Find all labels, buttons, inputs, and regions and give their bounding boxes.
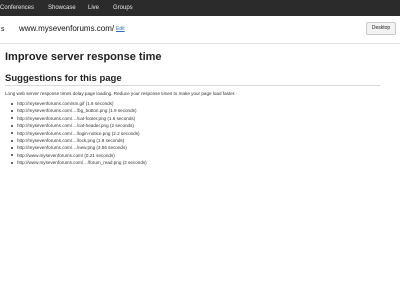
resource-item: http://www.mysevenforums.com/ (0.21 seco… [10,152,147,159]
intro-text: Long web server response times delay pag… [5,91,236,96]
section-title: Suggestions for this page [5,73,122,84]
analyzed-url: www.mysevenforums.com/ [19,24,115,33]
nav-showcase[interactable]: Showcase [48,3,76,13]
resource-item: http://www.mysevenforums.com/…/forum_rea… [10,159,147,166]
resource-item: http://mysevenforums.com/…/new.png (3.56… [10,144,147,151]
section-divider [5,85,380,86]
edit-url-link[interactable]: Edit [116,26,125,32]
nav-live[interactable]: Live [88,3,99,13]
site-logo-sub: ... [4,28,7,32]
resource-item: http://mysevenforums.com/…/login-notice.… [10,130,147,137]
resource-item: http://mysevenforums.com/…/cat-footer.pn… [10,115,147,122]
resource-list: http://mysevenforums.com/sm.gif (1.6 sec… [10,100,147,167]
top-navigation-bar: Conferences Showcase Live Groups [0,0,400,16]
site-logo: S... [1,27,7,33]
resource-item: http://mysevenforums.com/sm.gif (1.6 sec… [10,100,147,107]
nav-groups[interactable]: Groups [113,3,133,13]
resource-item: http://mysevenforums.com/…/lock.png (1.9… [10,137,147,144]
url-header: S... www.mysevenforums.com/ Edit Desktop [0,16,400,44]
resource-item: http://mysevenforums.com/…/cat-header.pn… [10,122,147,129]
resource-item: http://mysevenforums.com/…/bg_button.png… [10,107,147,114]
nav-conferences[interactable]: Conferences [0,3,34,13]
page-title: Improve server response time [5,51,162,63]
desktop-button[interactable]: Desktop [366,22,396,35]
